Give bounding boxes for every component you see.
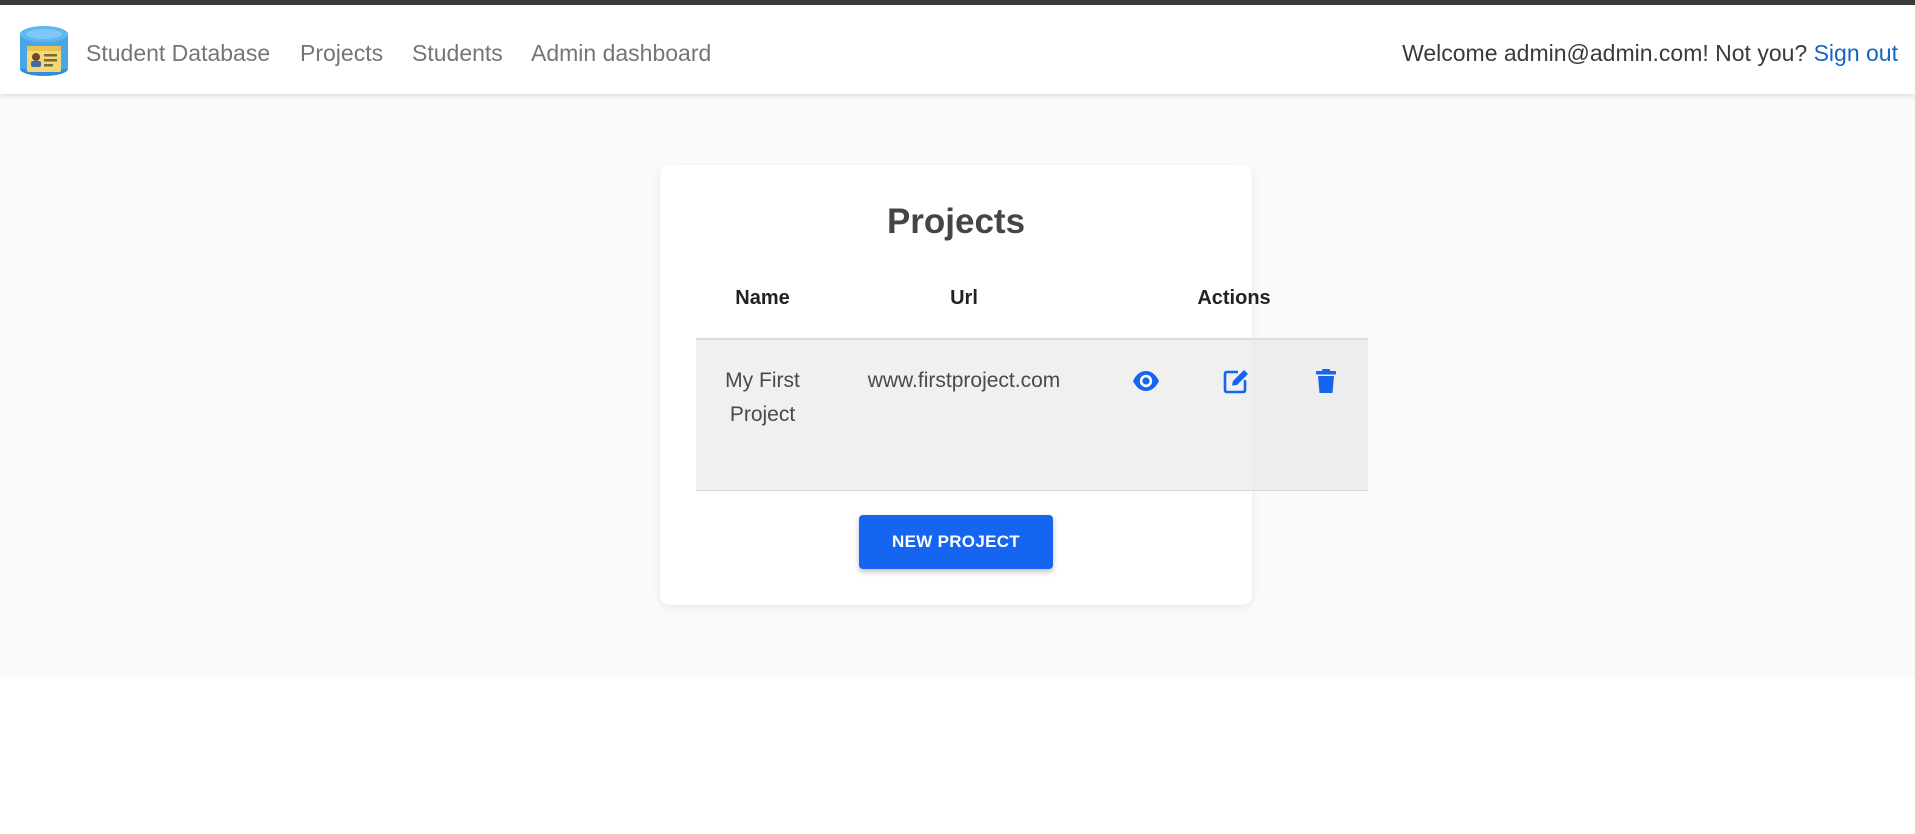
nav-link-admin-dashboard[interactable]: Admin dashboard (531, 39, 711, 67)
project-name-cell: My First Project (725, 369, 800, 426)
table-row: My First Project www.firstproject.com (696, 340, 1368, 491)
page-title: Projects (886, 202, 1026, 241)
column-header-actions: Actions (1197, 287, 1271, 309)
edit-icon[interactable] (1222, 367, 1250, 395)
project-url-cell: www.firstproject.com (867, 369, 1061, 392)
welcome-message: Welcome admin@admin.com! Not you? Sign o… (1402, 39, 1898, 67)
sign-out-link[interactable]: Sign out (1814, 40, 1898, 66)
new-project-button[interactable]: NEW PROJECT (859, 515, 1053, 569)
nav-link-projects[interactable]: Projects (300, 39, 383, 67)
database-logo-icon[interactable] (19, 24, 69, 78)
welcome-text: Welcome admin@admin.com! Not you? (1402, 40, 1808, 66)
column-header-url: Url (950, 287, 978, 309)
column-header-name: Name (735, 287, 790, 309)
trash-icon[interactable] (1312, 367, 1340, 395)
nav-link-students[interactable]: Students (412, 39, 503, 67)
navbar: Student Database Projects Students Admin… (0, 5, 1915, 94)
eye-icon[interactable] (1132, 367, 1160, 395)
nav-brand-student-database[interactable]: Student Database (86, 39, 270, 67)
